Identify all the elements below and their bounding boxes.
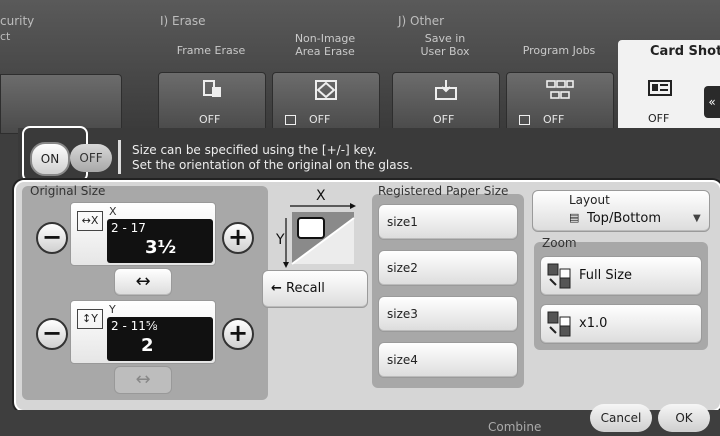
frame-erase-icon [199, 79, 225, 101]
on-button[interactable]: ON [30, 142, 70, 176]
frame-erase-label: Frame Erase [176, 44, 246, 57]
size1-button[interactable]: size1 [378, 204, 518, 240]
card-shot-state: OFF [648, 112, 670, 125]
swap-orientation-button[interactable]: ↔ [114, 268, 172, 296]
save-user-box-tab[interactable]: OFF [392, 72, 500, 132]
non-image-area-erase-icon [313, 79, 339, 101]
save-user-box-label: Save in User Box [420, 32, 470, 58]
size2-button[interactable]: size2 [378, 250, 518, 286]
section-other: J) Other [398, 14, 445, 28]
message-line-2: Set the orientation of the original on t… [132, 158, 413, 172]
program-jobs-state: OFF [543, 113, 565, 126]
chevron-down-icon: ▼ [693, 213, 701, 224]
layout-top-bottom-icon: ▤ [569, 211, 580, 224]
non-image-area-erase-state: OFF [309, 113, 331, 126]
off-button[interactable]: OFF [70, 144, 112, 172]
x-range: 2 - 17 [111, 221, 146, 235]
y-range: 2 - 11⅝ [111, 319, 158, 333]
recall-label: Recall [286, 281, 325, 296]
zoom-x1-label: x1.0 [579, 316, 608, 331]
layout-value: Top/Bottom [587, 211, 662, 226]
ok-button[interactable]: OK [658, 404, 710, 432]
x-size-box[interactable]: ↔X X 2 - 17 3½ [70, 202, 216, 266]
layout-dropdown[interactable]: Layout ▤ Top/Bottom ▼ [532, 190, 710, 232]
registered-paper-size-title: Registered Paper Size [378, 184, 509, 198]
section-security-partial: curity [0, 14, 35, 28]
x-axis-label: X [109, 205, 117, 218]
non-image-area-erase-tab[interactable]: OFF [272, 72, 380, 132]
y-value: 2 [141, 335, 154, 356]
sub-setting-indicator-icon [519, 115, 530, 125]
card-shot-label: Card Shot [650, 44, 720, 59]
size4-button[interactable]: size4 [378, 342, 518, 378]
original-size-title: Original Size [30, 184, 106, 198]
program-jobs-tab[interactable]: OFF [506, 72, 614, 132]
frame-erase-tab[interactable]: OFF [158, 72, 266, 132]
y-value-display: 2 - 11⅝ 2 [107, 317, 213, 361]
save-user-box-icon [433, 79, 459, 101]
card-shot-icon [648, 80, 672, 96]
full-size-zoom-icon [547, 263, 573, 289]
save-user-box-state: OFF [433, 113, 455, 126]
zoom-x1-button[interactable]: x1.0 [540, 304, 702, 344]
card-shot-tab[interactable]: Card Shot OFF « [618, 40, 720, 132]
section-erase: I) Erase [160, 14, 206, 28]
back-arrow-icon: ← [271, 281, 282, 296]
size3-button[interactable]: size3 [378, 296, 518, 332]
x-increase-button[interactable]: + [222, 222, 254, 254]
layout-title: Layout [569, 193, 610, 207]
x-decrease-button[interactable]: − [36, 222, 68, 254]
zoom-full-size-label: Full Size [579, 268, 633, 283]
left-partial-tab[interactable] [0, 74, 122, 134]
scroll-left-icon[interactable]: « [704, 86, 720, 118]
sub-setting-indicator-icon [285, 115, 296, 125]
x-value: 3½ [145, 237, 177, 258]
non-image-area-erase-label: Non-Image Area Erase [294, 32, 356, 58]
recall-button[interactable]: ← Recall [262, 270, 368, 308]
message-text: Size can be specified using the [+/-] ke… [132, 143, 413, 173]
program-jobs-label: Program Jobs [522, 44, 596, 57]
y-increase-button[interactable]: + [222, 318, 254, 350]
left-partial-label: ct [0, 30, 11, 43]
cancel-button[interactable]: Cancel [590, 404, 652, 432]
zoom-title: Zoom [542, 236, 577, 250]
y-axis-label: Y [109, 303, 116, 316]
y-dimension-icon: ↕Y [77, 309, 103, 329]
program-jobs-icon [545, 79, 575, 101]
zoom-full-size-button[interactable]: Full Size [540, 256, 702, 296]
zoom-ratio-icon [547, 311, 573, 337]
frame-erase-state: OFF [199, 113, 221, 126]
combine-label: Combine [488, 420, 542, 434]
x-value-display: 2 - 17 3½ [107, 219, 213, 263]
message-divider [118, 140, 121, 174]
swap-orientation-button-disabled: ↔ [114, 366, 172, 394]
x-dimension-icon: ↔X [77, 211, 103, 231]
y-size-box[interactable]: ↕Y Y 2 - 11⅝ 2 [70, 300, 216, 364]
message-line-1: Size can be specified using the [+/-] ke… [132, 143, 377, 157]
y-decrease-button[interactable]: − [36, 318, 68, 350]
orientation-diagram: X Y [276, 188, 360, 268]
